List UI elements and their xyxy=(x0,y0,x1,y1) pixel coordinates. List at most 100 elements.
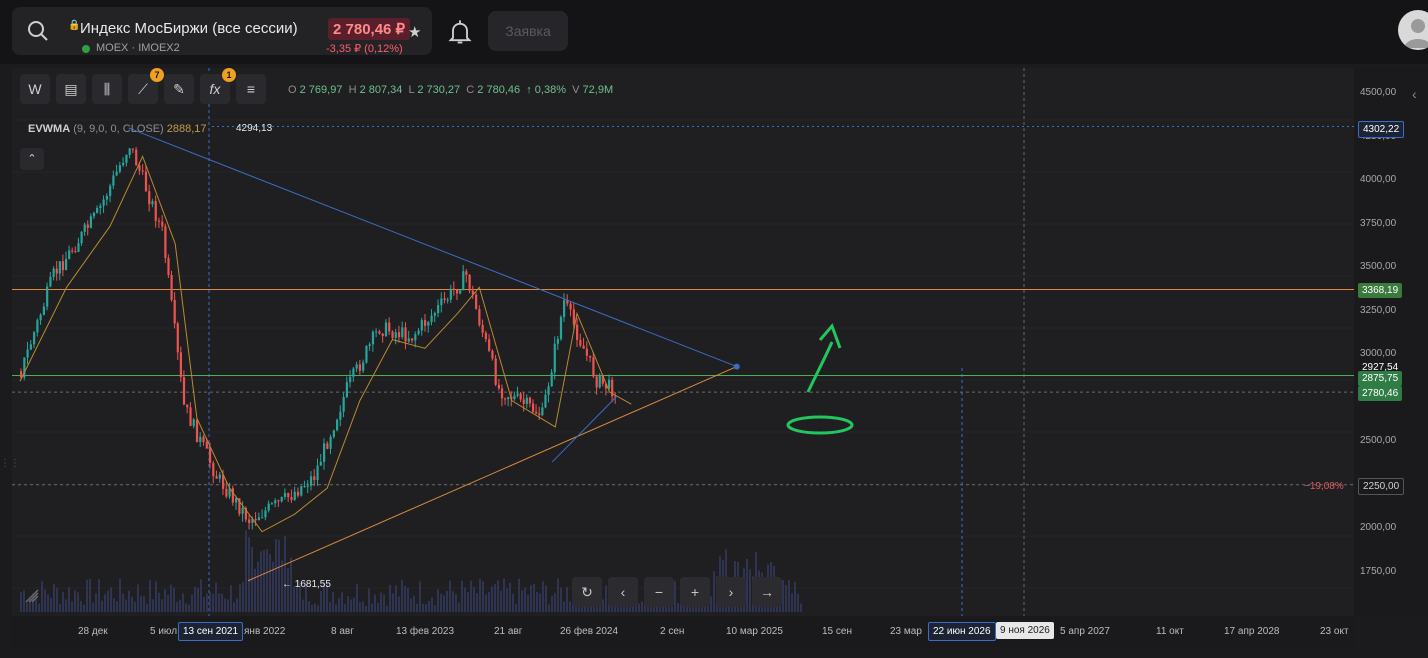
volume-bar xyxy=(359,602,361,612)
candle xyxy=(455,289,459,294)
volume-bar xyxy=(56,587,58,612)
volume-bar xyxy=(467,592,469,612)
indicator-legend[interactable]: EVWMA (9, 9,0, 0, CLOSE) 2888,17 xyxy=(28,123,207,135)
go-to-latest-icon[interactable]: → xyxy=(752,577,782,607)
indicators-fx-icon[interactable]: fx 1 xyxy=(200,68,236,104)
volume-bar xyxy=(413,595,415,612)
time-axis-label: 23 мар xyxy=(890,626,922,637)
volume-bar xyxy=(170,584,172,612)
time-tag-start: 13 сен 2021 xyxy=(178,622,244,641)
time-axis-label: 13 фев 2023 xyxy=(396,626,455,637)
reset-icon[interactable]: ↻ xyxy=(572,577,602,607)
favorite-star-icon[interactable]: ★ xyxy=(408,23,421,41)
candle xyxy=(205,441,208,449)
pen-icon[interactable]: ✎ xyxy=(164,74,194,104)
volume-bar xyxy=(362,601,364,612)
volume-bar xyxy=(110,587,112,612)
candle xyxy=(459,290,462,294)
volume-bar xyxy=(458,602,460,612)
candle xyxy=(452,288,456,290)
volume-bar xyxy=(95,593,97,612)
volume-bar xyxy=(566,587,568,612)
candle xyxy=(332,430,335,437)
volume-bar xyxy=(200,579,202,612)
candle xyxy=(572,309,575,325)
volume-bar xyxy=(782,580,784,612)
candle xyxy=(388,322,391,332)
drag-handle-icon[interactable]: ⋮⋮ xyxy=(0,458,20,469)
candle xyxy=(371,331,375,345)
candle xyxy=(102,199,105,206)
bell-alert-icon[interactable] xyxy=(446,18,474,46)
candle xyxy=(417,330,420,335)
volume-bar xyxy=(347,596,349,612)
candle xyxy=(49,276,52,287)
instrument-selector[interactable]: 🔒 Индекс МосБиржи (все сессии) MOEX · IM… xyxy=(12,7,432,55)
volume-bar xyxy=(77,592,79,612)
volume-bar xyxy=(161,599,163,612)
candle xyxy=(349,376,352,383)
volume-bar xyxy=(791,593,793,612)
time-axis-label: 17 апр 2028 xyxy=(1224,626,1280,637)
scroll-left-icon[interactable]: ‹ xyxy=(608,577,638,607)
search-icon[interactable] xyxy=(26,19,50,43)
price-chart[interactable] xyxy=(12,68,1354,616)
evwma-line xyxy=(19,155,632,533)
candle xyxy=(494,358,497,385)
volume-bar xyxy=(320,590,322,612)
candle xyxy=(547,386,550,395)
candle xyxy=(280,497,283,502)
candle xyxy=(322,443,326,462)
candle xyxy=(336,419,339,431)
volume-bar xyxy=(425,604,427,612)
volume-bar xyxy=(419,581,421,612)
price-axis[interactable] xyxy=(1354,68,1428,616)
collapse-legend-icon[interactable]: ⌃ xyxy=(20,148,44,170)
volume-bar xyxy=(221,593,223,612)
volume-bar xyxy=(152,599,154,612)
trendline xyxy=(128,127,737,368)
volume-bar xyxy=(443,595,445,612)
candles-icon[interactable]: ⫼ xyxy=(92,74,122,104)
zoom-out-icon[interactable]: − xyxy=(644,577,674,607)
candle xyxy=(83,224,86,232)
timeframe-button[interactable]: W xyxy=(20,74,50,104)
high-price-tag: 4302,22 xyxy=(1358,121,1405,138)
drawing-tools-icon[interactable]: ⟋ 7 xyxy=(128,68,164,104)
volume-bar xyxy=(308,601,310,612)
volume-bar xyxy=(512,593,514,612)
volume-bar xyxy=(275,539,277,612)
volume-bar xyxy=(344,604,346,612)
chart-template-icon[interactable]: ▤ xyxy=(56,74,86,104)
settings-sliders-icon[interactable]: ≡ xyxy=(236,74,266,104)
market-status-icon xyxy=(82,45,90,53)
candle xyxy=(218,474,221,479)
volume-bar xyxy=(335,604,337,612)
price-change: -3,35 ₽ (0,12%) xyxy=(326,43,403,55)
chart-area[interactable] xyxy=(12,68,1354,616)
volume-bar xyxy=(215,582,217,612)
volume-bar xyxy=(86,579,88,612)
volume-bar xyxy=(188,604,190,612)
candle xyxy=(345,382,348,398)
zoom-in-icon[interactable]: + xyxy=(680,577,710,607)
orange-level-tag: 3368,19 xyxy=(1358,283,1403,298)
time-axis-label: 15 сен xyxy=(822,626,852,637)
green-level-tag: 2875,75 xyxy=(1358,371,1403,386)
chevron-left-icon[interactable]: ‹ xyxy=(1412,86,1428,116)
volume-bar xyxy=(65,599,67,612)
candle xyxy=(352,368,355,377)
volume-bar xyxy=(476,593,478,612)
candle xyxy=(261,517,264,519)
volume-bar xyxy=(26,602,28,612)
volume-bar xyxy=(197,587,199,612)
price-axis-label: 1750,00 xyxy=(1360,566,1397,577)
candle xyxy=(303,486,306,488)
volume-bar xyxy=(71,601,73,612)
alert-price-tag: 2250,00 xyxy=(1358,478,1405,495)
scroll-right-icon[interactable]: › xyxy=(716,577,746,607)
volume-bar xyxy=(143,596,145,612)
candle xyxy=(339,411,342,420)
order-button[interactable]: Заявка xyxy=(488,11,568,51)
volume-bar xyxy=(176,602,178,612)
